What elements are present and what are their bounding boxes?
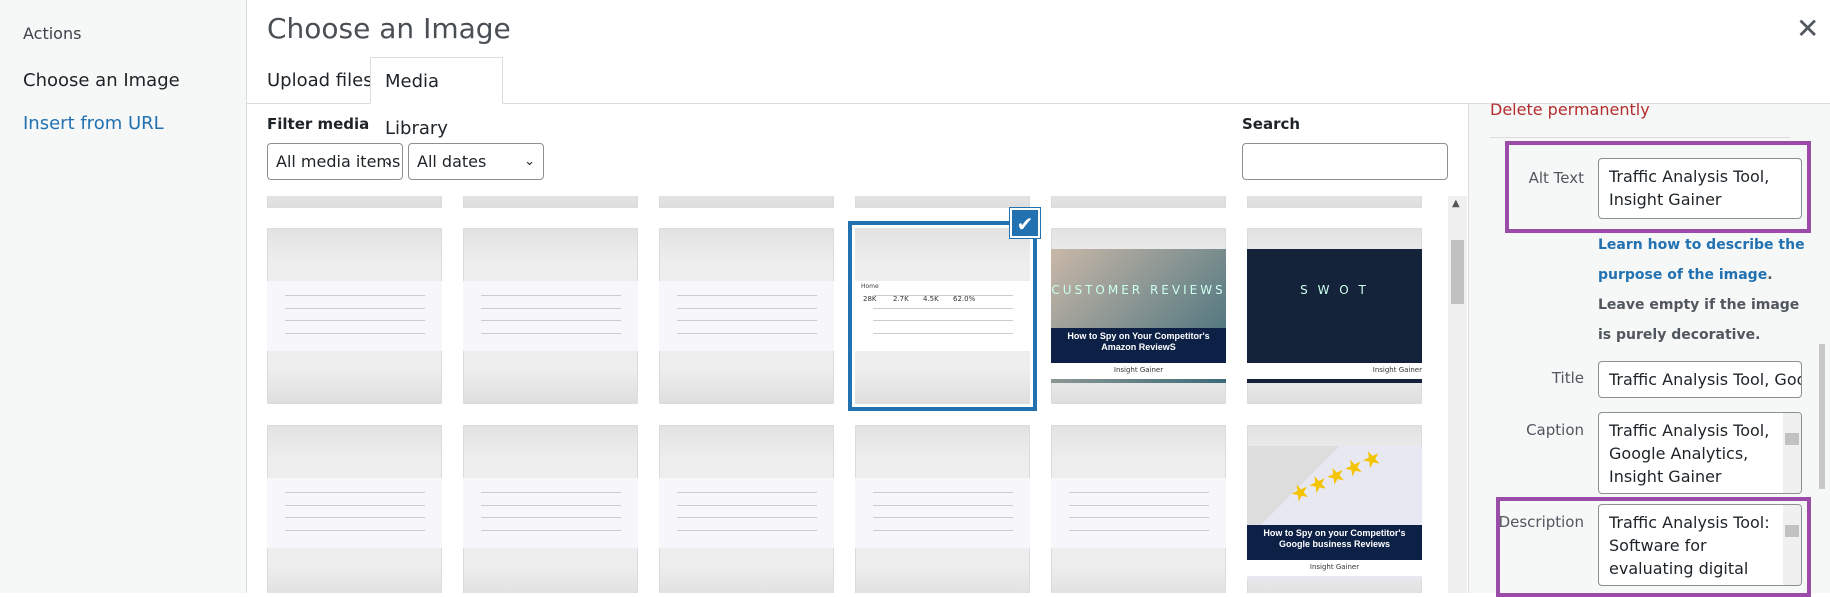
scrollbar-thumb[interactable]: [1819, 344, 1825, 489]
media-tile[interactable]: [1051, 196, 1226, 208]
search-label: Search: [1242, 115, 1301, 133]
attachment-details: Delete permanently Alt Text Traffic Anal…: [1468, 100, 1830, 597]
tab-bar: Upload files Media Library: [247, 57, 1830, 139]
caption-value: Traffic Analysis Tool, Google Analytics,…: [1609, 421, 1775, 486]
actions-heading: Actions: [23, 24, 82, 43]
alt-text-help-link[interactable]: Learn how to describe the purpose of the…: [1598, 237, 1805, 283]
date-value: All dates: [417, 152, 487, 171]
media-type-select[interactable]: All media items ⌄: [267, 143, 403, 180]
media-tile[interactable]: [267, 196, 442, 208]
thumbnail-image: [463, 280, 638, 352]
thumb-title: How to Spy on Your Competitor's Amazon R…: [1051, 328, 1226, 363]
stars-icon: ★★★★★: [1286, 444, 1387, 509]
thumbnail-image: [463, 477, 638, 549]
media-tile[interactable]: [855, 425, 1030, 593]
alt-text-label: Alt Text: [1528, 169, 1584, 187]
check-icon[interactable]: ✔: [1010, 208, 1040, 238]
filter-media-label: Filter media: [267, 115, 370, 133]
media-grid: Home 28K 2.7K 4.5K 62.0% ✔ CUSTOMER REVIEWS How…: [247, 196, 1448, 593]
media-tile[interactable]: ★★★★★ How to Spy on your Competitor's Goo…: [1247, 425, 1422, 593]
search-input[interactable]: [1242, 143, 1448, 180]
media-sidebar: Actions Choose an Image Insert from URL: [0, 0, 247, 593]
media-tile[interactable]: [463, 196, 638, 208]
modal-title: Choose an Image: [267, 12, 511, 45]
thumbnail-image: Home 28K 2.7K 4.5K 62.0%: [855, 280, 1030, 352]
thumbnail-image: [1051, 477, 1226, 549]
thumbnail-image: CUSTOMER REVIEWS How to Spy on Your Compe…: [1051, 249, 1226, 383]
thumbnail-image: [855, 477, 1030, 549]
media-tile[interactable]: [659, 228, 834, 404]
tab-upload-files[interactable]: Upload files: [253, 57, 387, 104]
description-label: Description: [1498, 513, 1584, 531]
thumbnail-image: [267, 280, 442, 352]
date-select[interactable]: All dates ⌄: [408, 143, 544, 180]
thumbnail-image: [267, 477, 442, 549]
delete-permanently-link[interactable]: Delete permanently: [1490, 100, 1650, 119]
media-tile[interactable]: [855, 196, 1030, 208]
thumb-overlay-text: S W O T: [1300, 282, 1369, 297]
chevron-down-icon: ⌄: [383, 154, 394, 169]
alt-text-field[interactable]: Traffic Analysis Tool, Insight Gainer: [1598, 158, 1802, 219]
media-tile[interactable]: [659, 196, 834, 208]
media-tile[interactable]: S W O T Insight Gainer: [1247, 228, 1422, 404]
scroll-up-icon[interactable]: ▲: [1452, 198, 1460, 209]
thumbnail-image: [659, 477, 834, 549]
thumb-brand: Insight Gainer: [1051, 362, 1226, 379]
thumbnail-image: S W O T Insight Gainer: [1247, 249, 1422, 383]
thumb-overlay-text: CUSTOMER REVIEWS: [1051, 282, 1226, 297]
tab-media-library[interactable]: Media Library: [370, 57, 503, 139]
thumb-stat: 62.0%: [953, 294, 976, 303]
details-scrollbar[interactable]: [1813, 104, 1830, 593]
media-tile[interactable]: [267, 228, 442, 404]
thumb-title: How to Spy on your Competitor's Google b…: [1247, 525, 1422, 560]
media-tile[interactable]: [463, 425, 638, 593]
description-field[interactable]: Traffic Analysis Tool: Software for eval…: [1598, 504, 1802, 586]
title-label: Title: [1551, 369, 1584, 387]
close-icon[interactable]: ✕: [1796, 12, 1819, 45]
media-tile[interactable]: Home 28K 2.7K 4.5K 62.0%: [855, 228, 1030, 404]
sidebar-item-choose-image[interactable]: Choose an Image: [23, 70, 180, 91]
alt-text-hint: Learn how to describe the purpose of the…: [1598, 230, 1808, 350]
scrollbar-thumb[interactable]: [1451, 240, 1464, 304]
thumbnail-image: ★★★★★ How to Spy on your Competitor's Goo…: [1247, 444, 1422, 580]
grid-scrollbar[interactable]: ▲: [1448, 196, 1467, 593]
thumb-heading: Home: [861, 282, 879, 290]
caption-field[interactable]: Traffic Analysis Tool, Google Analytics,…: [1598, 412, 1802, 494]
thumb-stat: 28K: [863, 294, 877, 303]
media-tile[interactable]: [1247, 196, 1422, 208]
thumb-stat: 2.7K: [893, 294, 909, 303]
media-tile[interactable]: CUSTOMER REVIEWS How to Spy on Your Compe…: [1051, 228, 1226, 404]
media-type-value: All media items: [276, 152, 401, 171]
divider: [1490, 137, 1790, 138]
description-value: Traffic Analysis Tool: Software for eval…: [1609, 513, 1775, 578]
media-tile[interactable]: [659, 425, 834, 593]
description-scrollbar[interactable]: [1783, 505, 1801, 585]
caption-scrollbar[interactable]: [1783, 413, 1801, 493]
thumbnail-image: [659, 280, 834, 352]
title-field[interactable]: Traffic Analysis Tool, Google Analytics,…: [1598, 361, 1802, 398]
thumb-stat: 4.5K: [923, 294, 939, 303]
caption-label: Caption: [1526, 421, 1584, 439]
thumb-brand: Insight Gainer: [1247, 559, 1422, 576]
media-tile[interactable]: [463, 228, 638, 404]
sidebar-item-insert-from-url[interactable]: Insert from URL: [23, 113, 164, 134]
media-tile[interactable]: [267, 425, 442, 593]
thumb-brand: Insight Gainer: [1247, 362, 1422, 379]
media-tile[interactable]: [1051, 425, 1226, 593]
chevron-down-icon: ⌄: [524, 154, 535, 169]
